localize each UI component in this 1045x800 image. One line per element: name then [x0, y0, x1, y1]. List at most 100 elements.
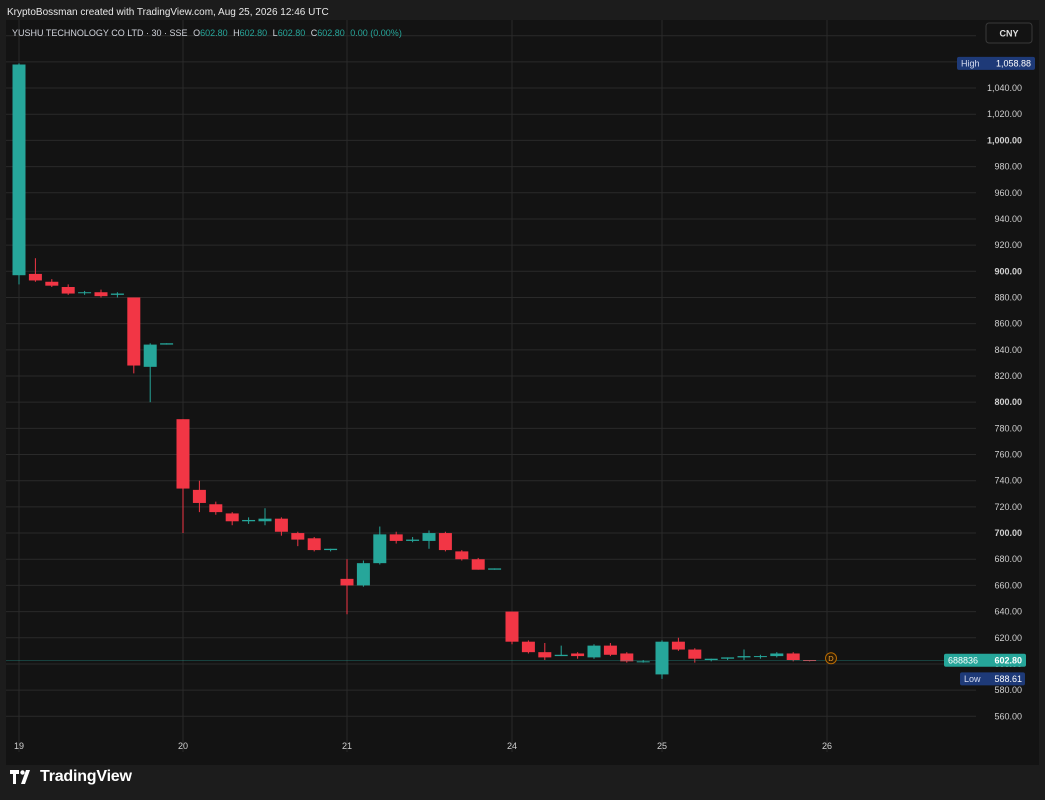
- candle-body: [78, 292, 92, 294]
- low-marker-label: Low: [964, 674, 981, 684]
- y-tick-label: 860.00: [994, 319, 1022, 329]
- candle-body: [242, 519, 256, 522]
- x-tick-label: 25: [657, 741, 667, 751]
- candle-body: [307, 538, 321, 551]
- candle-body: [603, 645, 617, 655]
- candle[interactable]: [505, 611, 519, 645]
- candle-body: [110, 293, 124, 295]
- open-label: O: [193, 28, 200, 38]
- candle[interactable]: [488, 568, 502, 570]
- y-tick-label: 660.00: [994, 580, 1022, 590]
- x-tick-label: 21: [342, 741, 352, 751]
- currency-label: CNY: [999, 29, 1018, 39]
- candle-body: [538, 652, 552, 658]
- candle-body: [455, 551, 469, 560]
- candle[interactable]: [471, 557, 485, 570]
- candle-body: [521, 641, 535, 653]
- tradingview-brand: TradingView: [40, 768, 132, 785]
- candle-body: [94, 292, 108, 297]
- high-value: 602.80: [240, 28, 268, 38]
- candle-body: [571, 653, 585, 657]
- candle-body: [291, 533, 305, 540]
- y-tick-label: 960.00: [994, 188, 1022, 198]
- candle-body: [143, 344, 157, 367]
- last-price-value: 602.80: [994, 655, 1022, 665]
- tradingview-logo: TradingView: [10, 768, 132, 786]
- x-tick-label: 19: [14, 741, 24, 751]
- y-tick-label: 1,020.00: [987, 109, 1022, 119]
- candle[interactable]: [587, 644, 601, 659]
- y-tick-label: 900.00: [994, 266, 1022, 276]
- x-tick-label: 20: [178, 741, 188, 751]
- candle-body: [438, 533, 452, 551]
- candle[interactable]: [160, 343, 174, 345]
- y-tick-label: 880.00: [994, 292, 1022, 302]
- candle[interactable]: [438, 531, 452, 552]
- candle-body: [704, 658, 718, 661]
- candle-body: [324, 548, 338, 551]
- candle-body: [61, 287, 75, 294]
- candle-body: [225, 513, 239, 522]
- candle-body: [770, 653, 784, 657]
- chart-background: [6, 20, 1039, 765]
- candle[interactable]: [620, 652, 634, 663]
- dividend-marker[interactable]: D: [825, 652, 837, 665]
- candle-body: [389, 534, 403, 541]
- low-marker: Low 588.61: [960, 672, 1025, 686]
- y-tick-label: 760.00: [994, 450, 1022, 460]
- candle-body: [406, 539, 420, 541]
- price-chart[interactable]: 560.00580.00600.00620.00640.00660.00680.…: [6, 20, 1039, 765]
- candle[interactable]: [455, 550, 469, 561]
- candle-body: [786, 653, 800, 661]
- candle-body: [636, 661, 650, 663]
- candle-body: [753, 656, 767, 658]
- low-marker-value: 588.61: [994, 674, 1022, 684]
- change-value: 0.00 (0.00%): [350, 28, 402, 38]
- y-tick-label: 820.00: [994, 371, 1022, 381]
- candle-body: [12, 64, 26, 276]
- candle-body: [258, 518, 272, 522]
- high-marker-label: High: [961, 58, 980, 68]
- y-tick-label: 940.00: [994, 214, 1022, 224]
- y-tick-label: 680.00: [994, 554, 1022, 564]
- candle-body: [655, 641, 669, 675]
- last-price-code: 688836: [948, 655, 978, 665]
- high-marker-value: 1,058.88: [996, 58, 1031, 68]
- candle-body: [127, 297, 141, 366]
- y-tick-label: 720.00: [994, 502, 1022, 512]
- candle[interactable]: [655, 640, 669, 679]
- candle[interactable]: [307, 536, 321, 552]
- y-tick-label: 640.00: [994, 607, 1022, 617]
- currency-button[interactable]: CNY: [985, 22, 1033, 44]
- candle[interactable]: [127, 297, 141, 374]
- y-tick-label: 740.00: [994, 476, 1022, 486]
- candle[interactable]: [521, 640, 535, 654]
- candle-body: [554, 654, 568, 657]
- symbol-name: YUSHU TECHNOLOGY CO LTD · 30 · SSE: [12, 28, 188, 38]
- attribution-text: KryptoBossman created with TradingView.c…: [7, 7, 329, 18]
- candle-body: [587, 645, 601, 658]
- tradingview-logo-icon: [10, 770, 30, 784]
- low-value: 602.80: [278, 28, 306, 38]
- dividend-marker-label: D: [828, 654, 834, 663]
- candle-body: [422, 533, 436, 541]
- open-value: 602.80: [200, 28, 228, 38]
- candle[interactable]: [12, 63, 26, 285]
- x-tick-label: 26: [822, 741, 832, 751]
- candle-body: [45, 281, 59, 286]
- candle-body: [488, 568, 502, 570]
- candle[interactable]: [356, 560, 370, 587]
- candle-body: [505, 611, 519, 642]
- candle-body: [274, 518, 288, 532]
- candle[interactable]: [786, 652, 800, 662]
- y-tick-label: 700.00: [994, 528, 1022, 538]
- candle-body: [176, 419, 190, 489]
- candle-body: [737, 656, 751, 658]
- candle-body: [373, 534, 387, 564]
- x-tick-label: 24: [507, 741, 517, 751]
- y-tick-label: 780.00: [994, 423, 1022, 433]
- y-tick-label: 920.00: [994, 240, 1022, 250]
- candle-body: [671, 641, 685, 650]
- y-tick-label: 840.00: [994, 345, 1022, 355]
- high-marker: High 1,058.88: [957, 56, 1035, 70]
